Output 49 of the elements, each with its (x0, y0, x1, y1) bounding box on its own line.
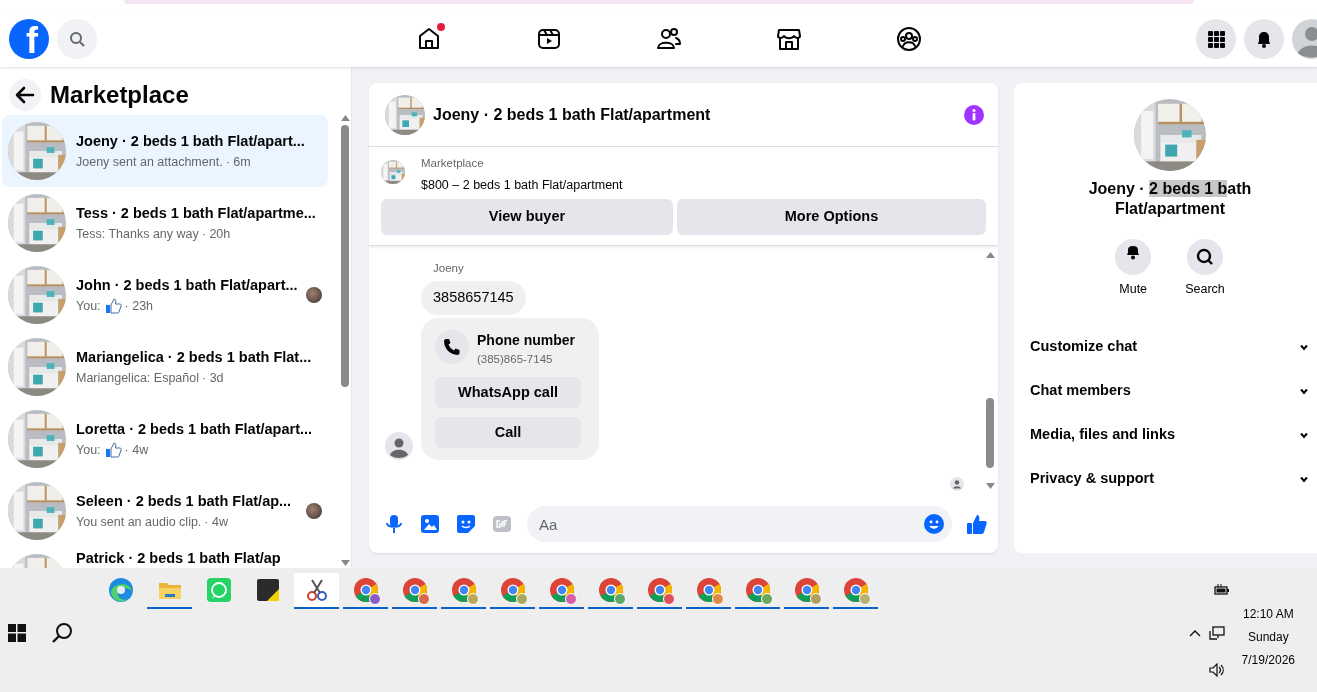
conversation-title: Loretta · 2 beds 1 bath Flat/apart... (76, 419, 314, 439)
conversation-item[interactable]: Joeny · 2 beds 1 bath Flat/apart... Joeny sent an attachment. · 6m (2, 115, 328, 187)
message-time: · 6m (225, 153, 251, 171)
message-preview: Tess: Thanks any way (76, 225, 199, 243)
message-preview: Joeny sent an attachment. (76, 153, 223, 171)
clock-date: 7/19/2026 (1241, 652, 1295, 669)
conversation-title: Seleen · 2 beds 1 bath Flat/ap... (76, 491, 293, 511)
logo[interactable]: f (9, 18, 49, 59)
conversation-title: Joeny · 2 beds 1 bath Flat/apart... (76, 131, 306, 151)
conversation-title: Patrick · 2 beds 1 bath Flat/ap (76, 549, 281, 568)
conversation-title: Mariangelica · 2 beds 1 bath Flat... (76, 347, 313, 367)
conversation-title: John · 2 beds 1 bath Flat/apart... (76, 275, 296, 295)
contact-name: Joeny · 2 beds 1 bath Flat/apartment (1087, 179, 1253, 219)
message-bubble: 3858657145 (421, 281, 526, 315)
conversation-item[interactable]: Tess · 2 beds 1 bath Flat/apartme... Tess: Thanks any way · 20h (2, 187, 328, 259)
message-preview: You: (76, 441, 101, 459)
action-button[interactable]: View buyer (381, 199, 673, 235)
sender-name: Joeny (433, 261, 465, 276)
message-input[interactable]: Aa (527, 506, 952, 542)
page-title: Marketplace (50, 80, 189, 110)
clock-day: Sunday (1241, 626, 1295, 649)
section-header[interactable]: Chat members (1030, 368, 1317, 413)
section-header[interactable]: Customize chat (1030, 324, 1317, 369)
message-time: · 20h (201, 225, 231, 243)
action-label: Mute (1119, 281, 1148, 298)
conversation-item[interactable]: Loretta · 2 beds 1 bath Flat/apart... You: · 4w (2, 403, 328, 475)
call-button[interactable]: WhatsApp call (435, 377, 581, 409)
message-preview: Mariangelica: Español (76, 369, 199, 387)
action-button[interactable]: More Options (677, 199, 986, 235)
contact-title: Phone number (477, 331, 575, 350)
message-time: · 3d (202, 369, 224, 387)
action-label: Search (1185, 281, 1225, 298)
message-time: · 23h (124, 297, 154, 315)
listing-label: Marketplace (421, 156, 485, 171)
conversation-item[interactable]: Mariangelica · 2 beds 1 bath Flat... Mariangelica: Español · 3d (2, 331, 328, 403)
conversation-item[interactable]: John · 2 beds 1 bath Flat/apart... You: · 23h (2, 259, 328, 331)
listing-title: $800 – 2 beds 1 bath Flat/apartment (421, 177, 623, 195)
section-header[interactable]: Media, files and links (1030, 412, 1317, 457)
message-preview: You sent an audio clip. (76, 513, 202, 531)
message-time: · 4w (124, 441, 149, 459)
chat-title: Joeny · 2 beds 1 bath Flat/apartment (433, 104, 712, 125)
message-time: · 4w (204, 513, 228, 531)
call-button[interactable]: Call (435, 417, 581, 449)
message-preview: You: (76, 297, 101, 315)
section-header[interactable]: Privacy & support (1030, 456, 1317, 501)
clock-time: 12:10 AM (1241, 606, 1295, 623)
conversation-item[interactable]: Seleen · 2 beds 1 bath Flat/ap... You sent an audio clip. · 4w (2, 475, 328, 547)
conversation-title: Tess · 2 beds 1 bath Flat/apartme... (76, 203, 317, 223)
phone-number: (385)865-7145 (477, 352, 554, 367)
